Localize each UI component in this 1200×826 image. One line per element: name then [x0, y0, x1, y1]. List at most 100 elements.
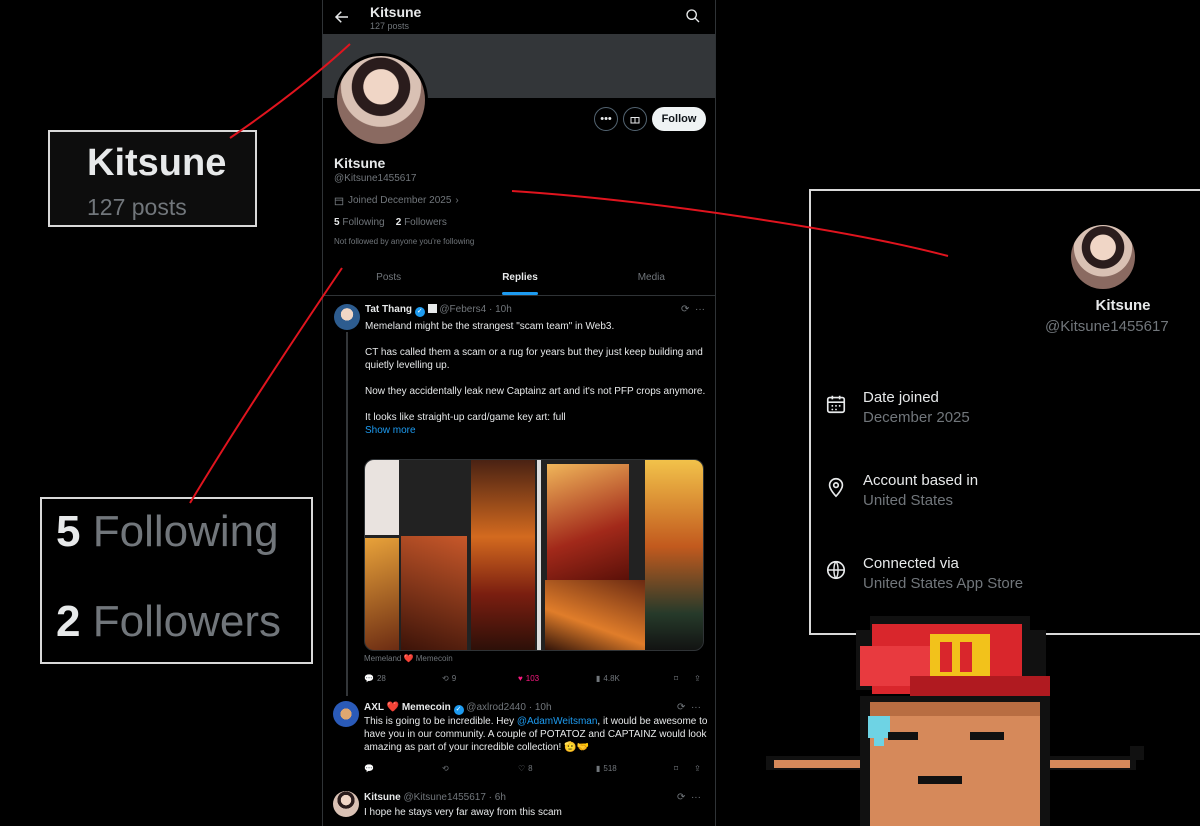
- row-value: December 2025: [863, 409, 970, 426]
- tweet-handle: @axlrod2440 · 10h: [466, 702, 552, 713]
- tweet-media-grid[interactable]: [364, 459, 704, 651]
- row-label: Connected via: [863, 555, 959, 572]
- media-tile: [365, 538, 399, 650]
- bookmark-icon: ⌑: [674, 674, 679, 683]
- profile-handle: @Kitsune1455617: [334, 173, 417, 184]
- repost-icon: ⟲: [442, 674, 449, 683]
- joined-text: Joined December 2025: [348, 195, 452, 206]
- follow-button[interactable]: Follow: [652, 107, 706, 131]
- tweet-paragraph: Memeland might be the strangest "scam te…: [365, 321, 615, 332]
- more-options-button[interactable]: •••: [594, 107, 618, 131]
- subscribe-button[interactable]: [623, 107, 647, 131]
- show-more-link[interactable]: Show more: [365, 424, 709, 437]
- chevron-right-icon: ›: [455, 195, 459, 206]
- tab-posts[interactable]: Posts: [323, 262, 454, 295]
- zoom-header-callout: Kitsune 127 posts: [48, 130, 257, 227]
- mention-link[interactable]: @AdamWeitsman: [517, 716, 598, 727]
- tweet-menu[interactable]: ⟳ ···: [677, 792, 701, 803]
- reply-button[interactable]: 💬: [364, 764, 374, 773]
- account-based-row: Account based in United States: [825, 472, 1185, 512]
- tweet-avatar[interactable]: [333, 791, 359, 817]
- followers-link[interactable]: 2 Followers: [396, 217, 447, 228]
- bookmark-icon: ⌑: [674, 764, 679, 773]
- tweet-body: I hope he stays very far away from this …: [364, 807, 562, 818]
- tweet-header: AXL ❤️ Memecoin ✓ @axlrod2440 · 10h: [364, 702, 552, 715]
- bookmark-button[interactable]: ⌑: [674, 674, 678, 683]
- bookmark-button[interactable]: ⌑: [674, 764, 678, 773]
- media-tile: [547, 464, 629, 580]
- profile-tabs: Posts Replies Media: [323, 262, 715, 296]
- not-followed-note: Not followed by anyone you're following: [334, 237, 475, 246]
- views-button[interactable]: ▮ 4.8K: [596, 674, 620, 683]
- about-account-panel: Kitsune @Kitsune1455617 Date joined Dece…: [809, 189, 1200, 635]
- views-button[interactable]: ▮ 518: [596, 764, 617, 773]
- tweet-avatar[interactable]: [333, 701, 359, 727]
- like-button[interactable]: ♥ 103: [518, 674, 539, 683]
- tweet-paragraph: It looks like straight-up card/game key …: [365, 412, 566, 423]
- grok-icon[interactable]: ⟳: [681, 304, 689, 315]
- share-icon: ⇪: [694, 674, 701, 683]
- verified-badge-icon: ✓: [453, 705, 464, 715]
- tweet-header: Kitsune @Kitsune1455617 · 6h: [364, 792, 506, 803]
- like-button[interactable]: ♡ 8: [518, 764, 533, 773]
- globe-icon: [826, 560, 846, 580]
- grok-icon[interactable]: ⟳: [677, 702, 685, 713]
- annotation-line-follows: [189, 267, 343, 504]
- heart-icon: ♡: [518, 764, 526, 773]
- zoom-follow-callout: 5 Following 2 Followers: [40, 497, 313, 664]
- zoom-followers: 2 Followers: [56, 597, 281, 646]
- gift-icon: [630, 117, 640, 124]
- tweet-author[interactable]: Kitsune: [364, 792, 401, 803]
- tweet-header: Tat Thang ✓ @Febers4 · 10h: [365, 304, 512, 317]
- tweet-paragraph: Now they accidentally leak new Captainz …: [365, 386, 706, 397]
- tab-media[interactable]: Media: [586, 262, 715, 295]
- heart-filled-icon: ♥: [518, 674, 523, 683]
- tweet-menu[interactable]: ⟳ ···: [677, 702, 701, 713]
- profile-avatar[interactable]: [334, 53, 428, 147]
- zoom-name: Kitsune: [87, 142, 227, 184]
- tweet-handle: @Febers4 · 10h: [439, 304, 512, 315]
- zoom-following: 5 Following: [56, 507, 279, 556]
- repost-icon: ⟲: [442, 764, 449, 773]
- tweet-body: Memeland might be the strangest "scam te…: [365, 320, 709, 437]
- thread-connector: [346, 332, 348, 696]
- row-value: United States App Store: [863, 575, 1024, 592]
- date-joined-row: Date joined December 2025: [825, 389, 1185, 429]
- top-bar: Kitsune 127 posts: [323, 0, 715, 34]
- tab-replies[interactable]: Replies: [454, 262, 585, 295]
- tweet-author[interactable]: AXL ❤️ Memecoin: [364, 702, 451, 713]
- share-button[interactable]: ⇪: [694, 764, 701, 773]
- reply-button[interactable]: 💬 28: [364, 674, 386, 683]
- more-icon[interactable]: ···: [691, 792, 701, 803]
- row-label: Date joined: [863, 389, 939, 406]
- share-icon: ⇪: [694, 764, 701, 773]
- community-tag[interactable]: Memeland ❤️ Memecoin: [364, 654, 453, 663]
- back-arrow-icon[interactable]: [333, 8, 351, 26]
- grok-icon[interactable]: ⟳: [677, 792, 685, 803]
- tweet-menu[interactable]: ⟳ ···: [681, 304, 705, 315]
- repost-button[interactable]: ⟲ 9: [442, 674, 456, 683]
- verified-badge-icon: ✓: [414, 307, 425, 317]
- following-link[interactable]: 5 Following: [334, 217, 385, 228]
- row-label: Account based in: [863, 472, 979, 489]
- tweet-body: This is going to be incredible. Hey @Ada…: [364, 716, 708, 753]
- media-tile: [401, 536, 467, 650]
- repost-button[interactable]: ⟲: [442, 764, 449, 773]
- header-name: Kitsune: [370, 4, 422, 20]
- more-icon[interactable]: ···: [695, 304, 705, 315]
- tweet-handle: @Kitsune1455617 · 6h: [403, 792, 506, 803]
- profile-name: Kitsune: [334, 155, 386, 171]
- media-tile: [537, 460, 541, 650]
- about-handle: @Kitsune1455617: [1045, 318, 1169, 335]
- more-icon: •••: [600, 113, 612, 125]
- search-icon[interactable]: [685, 8, 701, 24]
- reply-icon: 💬: [364, 764, 374, 773]
- tweet-avatar[interactable]: [334, 304, 360, 330]
- tweet-author[interactable]: Tat Thang: [365, 304, 412, 315]
- more-icon[interactable]: ···: [691, 702, 701, 713]
- share-button[interactable]: ⇪: [694, 674, 701, 683]
- views-icon: ▮: [596, 674, 601, 683]
- location-pin-icon: [828, 477, 844, 498]
- tweet-actions: 💬 28 ⟲ 9 ♥ 103 ▮ 4.8K ⌑ ⇪: [364, 674, 708, 688]
- joined-date[interactable]: Joined December 2025 ›: [334, 195, 459, 206]
